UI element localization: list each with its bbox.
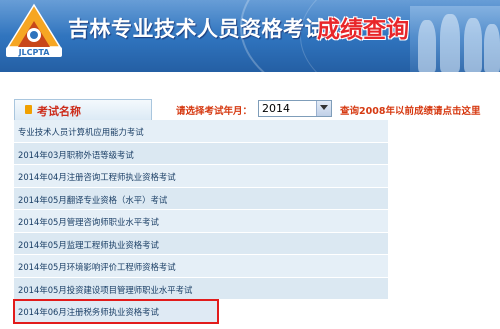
list-item[interactable]: 2014年04月注册咨询工程师执业资格考试 (14, 165, 388, 188)
site-title: 吉林专业技术人员资格考试 (68, 17, 326, 41)
exam-link[interactable]: 2014年05月管理咨询师职业水平考试 (18, 216, 159, 228)
tab-exam-name[interactable]: 考试名称 (14, 99, 152, 120)
exam-link[interactable]: 2014年05月投资建设项目管理师职业水平考试 (18, 284, 192, 296)
person-silhouette (440, 14, 460, 72)
exam-list: 专业技术人员计算机应用能力考试 2014年03月职称外语等级考试 2014年04… (13, 120, 388, 324)
header-banner: JLCPTA 吉林专业技术人员资格考试 成绩查询 (0, 0, 500, 72)
list-item[interactable]: 2014年05月监理工程师执业资格考试 (14, 232, 388, 255)
old-scores-link[interactable]: 查询2008年以前成绩请点击这里 (340, 103, 480, 117)
list-item[interactable]: 2014年05月投资建设项目管理师职业水平考试 (14, 277, 388, 300)
year-select-label: 请选择考试年月： (176, 106, 253, 117)
list-item[interactable]: 2014年05月环境影响评价工程师资格考试 (14, 255, 388, 278)
exam-link[interactable]: 2014年06月注册税务师执业资格考试 (18, 306, 159, 318)
tab-label: 考试名称 (37, 105, 81, 118)
chevron-down-icon (320, 105, 328, 110)
tab-marker-icon (25, 105, 32, 114)
exam-link[interactable]: 2014年05月翻译专业资格（水平）考试 (18, 194, 167, 206)
jlcpta-logo-icon: JLCPTA (6, 3, 62, 57)
year-select[interactable]: 2014 (258, 100, 332, 117)
person-silhouette (464, 18, 482, 72)
list-item[interactable]: 2014年03月职称外语等级考试 (14, 142, 388, 165)
year-select-value: 2014 (262, 102, 290, 115)
list-item[interactable]: 2014年05月管理咨询师职业水平考试 (14, 210, 388, 233)
list-item[interactable]: 2014年05月翻译专业资格（水平）考试 (14, 187, 388, 210)
banner-people-image (410, 6, 500, 72)
exam-link[interactable]: 2014年03月职称外语等级考试 (18, 149, 134, 161)
exam-link[interactable]: 2014年05月监理工程师执业资格考试 (18, 239, 159, 251)
page-heading: 成绩查询 (317, 16, 409, 43)
exam-link[interactable]: 专业技术人员计算机应用能力考试 (18, 126, 144, 138)
list-item[interactable]: 专业技术人员计算机应用能力考试 (14, 120, 388, 143)
dropdown-button[interactable] (316, 101, 331, 116)
list-item-highlighted[interactable]: 2014年06月注册税务师执业资格考试 (13, 299, 219, 324)
person-silhouette (484, 24, 500, 72)
person-silhouette (418, 20, 436, 72)
logo-text: JLCPTA (18, 48, 51, 57)
exam-link[interactable]: 2014年05月环境影响评价工程师资格考试 (18, 261, 176, 273)
exam-link[interactable]: 2014年04月注册咨询工程师执业资格考试 (18, 171, 176, 183)
